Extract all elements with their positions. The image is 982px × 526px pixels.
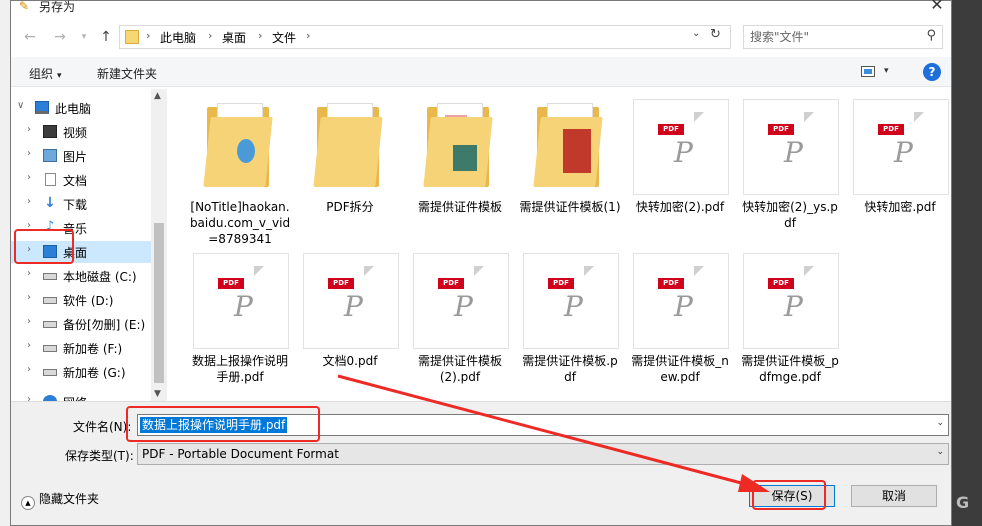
annotation-arrow-head: [738, 474, 770, 492]
annotation-arrow: [337, 374, 770, 492]
annotation-arrow-line: [337, 374, 761, 490]
